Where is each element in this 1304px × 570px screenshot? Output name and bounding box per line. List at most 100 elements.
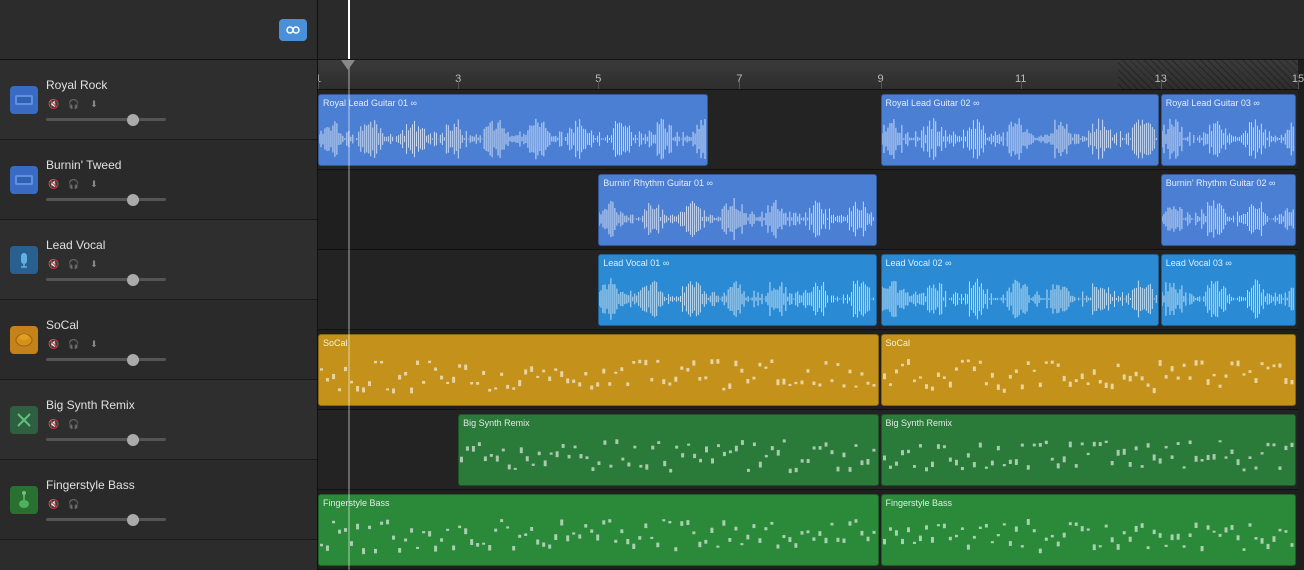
- clip-waveform-royal-rock-2: [1162, 111, 1295, 166]
- clip-waveform-socal-0: [319, 351, 878, 406]
- clip-royal-rock-0[interactable]: Royal Lead Guitar 01 ∞: [318, 94, 708, 166]
- clip-burnin-tweed-1[interactable]: Burnin' Rhythm Guitar 02 ∞: [1161, 174, 1296, 246]
- track-info-big-synth-remix: Big Synth Remix🔇🎧: [46, 398, 307, 441]
- clip-waveform-lead-vocal-2: [1162, 271, 1295, 326]
- track-name-burnin-tweed: Burnin' Tweed: [46, 158, 307, 172]
- download-button-royal-rock[interactable]: ⬇: [86, 96, 102, 112]
- volume-slider-fingerstyle-bass[interactable]: [46, 518, 166, 521]
- clip-waveform-lead-vocal-0: [599, 271, 875, 326]
- track-icon-burnin-tweed: [10, 166, 38, 194]
- clip-header-lead-vocal-1: Lead Vocal 02 ∞: [882, 255, 1158, 271]
- clip-waveform-socal-1: [882, 351, 1295, 406]
- smart-controls-button[interactable]: [279, 19, 307, 41]
- clip-header-socal-1: SoCal: [882, 335, 1295, 351]
- clip-header-royal-rock-0: Royal Lead Guitar 01 ∞: [319, 95, 707, 111]
- playhead-marker: [341, 60, 355, 70]
- track-name-socal: SoCal: [46, 318, 307, 332]
- track-lane-lead-vocal[interactable]: Lead Vocal 01 ∞ Lead Vocal 02 ∞ Lead Voc…: [318, 250, 1298, 330]
- clip-big-synth-remix-1[interactable]: Big Synth Remix: [881, 414, 1296, 486]
- headphone-button-fingerstyle-bass[interactable]: 🎧: [66, 496, 82, 512]
- volume-container-royal-rock: [46, 118, 307, 121]
- clip-header-lead-vocal-0: Lead Vocal 01 ∞: [599, 255, 875, 271]
- clip-header-lead-vocal-2: Lead Vocal 03 ∞: [1162, 255, 1295, 271]
- track-name-royal-rock: Royal Rock: [46, 78, 307, 92]
- track-lane-burnin-tweed[interactable]: Burnin' Rhythm Guitar 01 ∞ Burnin' Rhyth…: [318, 170, 1298, 250]
- volume-slider-lead-vocal[interactable]: [46, 278, 166, 281]
- volume-container-burnin-tweed: [46, 198, 307, 201]
- mute-button-burnin-tweed[interactable]: 🔇: [46, 176, 62, 192]
- download-button-burnin-tweed[interactable]: ⬇: [86, 176, 102, 192]
- track-info-royal-rock: Royal Rock 🔇🎧⬇: [46, 78, 307, 121]
- clip-header-royal-rock-2: Royal Lead Guitar 03 ∞: [1162, 95, 1295, 111]
- volume-container-lead-vocal: [46, 278, 307, 281]
- track-icon-big-synth-remix: [10, 406, 38, 434]
- track-controls-lead-vocal: 🔇🎧⬇: [46, 256, 307, 272]
- track-controls-socal: 🔇🎧⬇: [46, 336, 307, 352]
- clip-big-synth-remix-0[interactable]: Big Synth Remix: [458, 414, 878, 486]
- clip-fingerstyle-bass-0[interactable]: Fingerstyle Bass: [318, 494, 879, 566]
- track-name-fingerstyle-bass: Fingerstyle Bass: [46, 478, 307, 492]
- clip-waveform-royal-rock-1: [882, 111, 1158, 166]
- track-controls-fingerstyle-bass: 🔇🎧: [46, 496, 307, 512]
- clip-lead-vocal-1[interactable]: Lead Vocal 02 ∞: [881, 254, 1159, 326]
- clip-waveform-fingerstyle-bass-1: [882, 511, 1295, 566]
- track-lane-socal[interactable]: SoCalSoCal: [318, 330, 1298, 410]
- download-button-lead-vocal[interactable]: ⬇: [86, 256, 102, 272]
- arrange-area[interactable]: 13579111315 Royal Lead Guitar 01 ∞ Royal…: [318, 60, 1304, 570]
- clip-waveform-fingerstyle-bass-0: [319, 511, 878, 566]
- track-item-burnin-tweed: Burnin' Tweed 🔇🎧⬇: [0, 140, 317, 220]
- volume-slider-socal[interactable]: [46, 358, 166, 361]
- volume-container-socal: [46, 358, 307, 361]
- clip-socal-1[interactable]: SoCal: [881, 334, 1296, 406]
- volume-slider-royal-rock[interactable]: [46, 118, 166, 121]
- playhead-line-top: [348, 0, 350, 59]
- clip-socal-0[interactable]: SoCal: [318, 334, 879, 406]
- clip-burnin-tweed-0[interactable]: Burnin' Rhythm Guitar 01 ∞: [598, 174, 876, 246]
- track-item-fingerstyle-bass: Fingerstyle Bass 🔇🎧: [0, 460, 317, 540]
- track-icon-socal: [10, 326, 38, 354]
- track-info-lead-vocal: Lead Vocal🔇🎧⬇: [46, 238, 307, 281]
- add-track-button[interactable]: [10, 18, 34, 42]
- headphone-button-burnin-tweed[interactable]: 🎧: [66, 176, 82, 192]
- track-lane-fingerstyle-bass[interactable]: Fingerstyle BassFingerstyle Bass: [318, 490, 1298, 570]
- download-button-socal[interactable]: ⬇: [86, 336, 102, 352]
- mute-button-socal[interactable]: 🔇: [46, 336, 62, 352]
- track-item-big-synth-remix: Big Synth Remix🔇🎧: [0, 380, 317, 460]
- mute-button-fingerstyle-bass[interactable]: 🔇: [46, 496, 62, 512]
- clip-header-fingerstyle-bass-1: Fingerstyle Bass: [882, 495, 1295, 511]
- clip-waveform-royal-rock-0: [319, 111, 707, 166]
- track-lane-royal-rock[interactable]: Royal Lead Guitar 01 ∞ Royal Lead Guitar…: [318, 90, 1298, 170]
- track-icon-lead-vocal: [10, 246, 38, 274]
- headphone-button-big-synth-remix[interactable]: 🎧: [66, 416, 82, 432]
- clip-lead-vocal-2[interactable]: Lead Vocal 03 ∞: [1161, 254, 1296, 326]
- clip-fingerstyle-bass-1[interactable]: Fingerstyle Bass: [881, 494, 1296, 566]
- headphone-button-lead-vocal[interactable]: 🎧: [66, 256, 82, 272]
- clip-header-big-synth-remix-0: Big Synth Remix: [459, 415, 877, 431]
- volume-slider-burnin-tweed[interactable]: [46, 198, 166, 201]
- headphone-button-royal-rock[interactable]: 🎧: [66, 96, 82, 112]
- volume-slider-big-synth-remix[interactable]: [46, 438, 166, 441]
- mute-button-royal-rock[interactable]: 🔇: [46, 96, 62, 112]
- track-lane-big-synth-remix[interactable]: Big Synth RemixBig Synth Remix: [318, 410, 1298, 490]
- mute-button-big-synth-remix[interactable]: 🔇: [46, 416, 62, 432]
- headphone-button-socal[interactable]: 🎧: [66, 336, 82, 352]
- volume-container-big-synth-remix: [46, 438, 307, 441]
- track-icon-fingerstyle-bass: [10, 486, 38, 514]
- timeline-top-bar: [318, 0, 1304, 59]
- clip-royal-rock-1[interactable]: Royal Lead Guitar 02 ∞: [881, 94, 1159, 166]
- track-list: Royal Rock🔇🎧⬇Burnin' Tweed🔇🎧⬇Lead Vocal🔇…: [0, 60, 318, 570]
- track-header-top: [0, 0, 318, 59]
- ruler: 13579111315: [318, 60, 1298, 90]
- track-icon-royal-rock: [10, 86, 38, 114]
- clip-waveform-burnin-tweed-1: [1162, 191, 1295, 246]
- track-info-fingerstyle-bass: Fingerstyle Bass 🔇🎧: [46, 478, 307, 521]
- mute-button-lead-vocal[interactable]: 🔇: [46, 256, 62, 272]
- track-item-royal-rock: Royal Rock 🔇🎧⬇: [0, 60, 317, 140]
- clip-royal-rock-2[interactable]: Royal Lead Guitar 03 ∞: [1161, 94, 1296, 166]
- clip-waveform-burnin-tweed-0: [599, 191, 875, 246]
- clip-lead-vocal-0[interactable]: Lead Vocal 01 ∞: [598, 254, 876, 326]
- track-lanes: Royal Lead Guitar 01 ∞ Royal Lead Guitar…: [318, 90, 1298, 570]
- clip-header-fingerstyle-bass-0: Fingerstyle Bass: [319, 495, 878, 511]
- clip-waveform-lead-vocal-1: [882, 271, 1158, 326]
- app-container: Royal Rock🔇🎧⬇Burnin' Tweed🔇🎧⬇Lead Vocal🔇…: [0, 0, 1304, 570]
